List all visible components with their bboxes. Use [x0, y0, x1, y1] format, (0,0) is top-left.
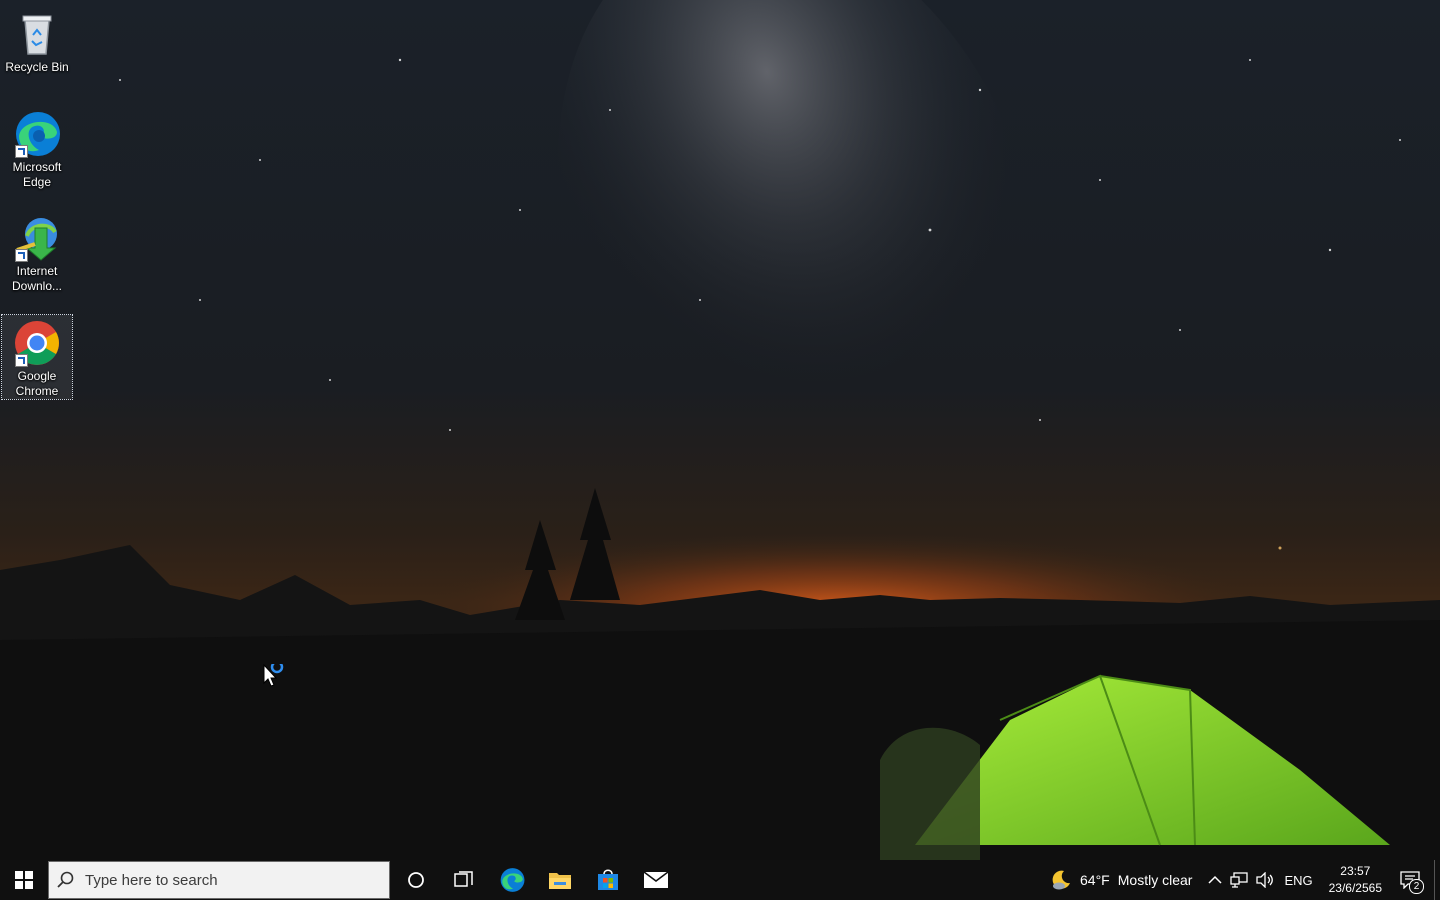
edge-icon [13, 110, 61, 158]
taskbar-edge-button[interactable] [488, 860, 536, 900]
shortcut-arrow-icon [15, 145, 28, 158]
edge-icon [500, 868, 525, 892]
recycle-bin-icon [13, 10, 61, 58]
chrome-icon [13, 319, 61, 367]
desktop-icon-label: Google Chrome [15, 369, 59, 398]
network-button[interactable] [1226, 860, 1252, 900]
desktop-icon-google-chrome[interactable]: Google Chrome [1, 314, 73, 400]
task-view-icon [454, 871, 473, 887]
action-center-button[interactable]: 2 [1392, 860, 1434, 900]
weather-widget[interactable]: 64°F Mostly clear [1044, 860, 1198, 900]
desktop-icon-internet-download-manager[interactable]: Internet Downlo... [2, 210, 72, 294]
desktop-icon-label: Internet Downlo... [11, 264, 63, 293]
taskbar-clock[interactable]: 23:57 23/6/2565 [1319, 863, 1392, 897]
volume-button[interactable] [1252, 860, 1278, 900]
taskbar-mail-button[interactable] [632, 860, 680, 900]
desktop-icon-microsoft-edge[interactable]: Microsoft Edge [2, 106, 72, 190]
clock-date: 23/6/2565 [1328, 881, 1382, 895]
mouse-cursor-busy-icon [263, 660, 291, 695]
microsoft-store-icon [598, 869, 618, 890]
internet-download-manager-icon [13, 214, 61, 262]
notification-count-badge: 2 [1409, 879, 1424, 894]
cortana-icon [408, 872, 424, 888]
clock-time: 23:57 [1340, 864, 1371, 878]
chevron-up-icon [1208, 875, 1222, 884]
start-button[interactable] [0, 860, 48, 900]
show-hidden-icons-button[interactable] [1198, 860, 1226, 900]
shortcut-arrow-icon [15, 354, 28, 367]
desktop-icon-label: Recycle Bin [5, 60, 69, 74]
search-input[interactable] [83, 870, 367, 890]
mail-icon [643, 871, 669, 888]
taskbar-file-explorer-button[interactable] [536, 860, 584, 900]
file-explorer-icon [549, 873, 571, 889]
search-icon [49, 871, 83, 889]
input-language-indicator[interactable]: ENG [1278, 860, 1318, 900]
weather-temperature: 64°F [1080, 872, 1110, 888]
moon-cloud-icon [1052, 870, 1071, 890]
language-label: ENG [1284, 872, 1313, 888]
speaker-icon [1256, 872, 1274, 888]
desktop-wallpaper [0, 0, 1440, 860]
task-view-button[interactable] [440, 860, 488, 900]
network-wired-icon [1230, 872, 1249, 888]
taskbar-search-box[interactable] [48, 861, 390, 899]
show-desktop-button[interactable] [1434, 860, 1440, 900]
cortana-button[interactable] [392, 860, 440, 900]
taskbar: 64°F Mostly clear ENG 23:57 23/6/2565 [0, 860, 1440, 900]
desktop-icon-label: Microsoft Edge [12, 160, 62, 189]
shortcut-arrow-icon [15, 249, 28, 262]
desktop-icon-recycle-bin[interactable]: Recycle Bin [2, 6, 72, 75]
taskbar-store-button[interactable] [584, 860, 632, 900]
windows-logo-icon [15, 871, 33, 889]
weather-condition: Mostly clear [1117, 872, 1193, 888]
